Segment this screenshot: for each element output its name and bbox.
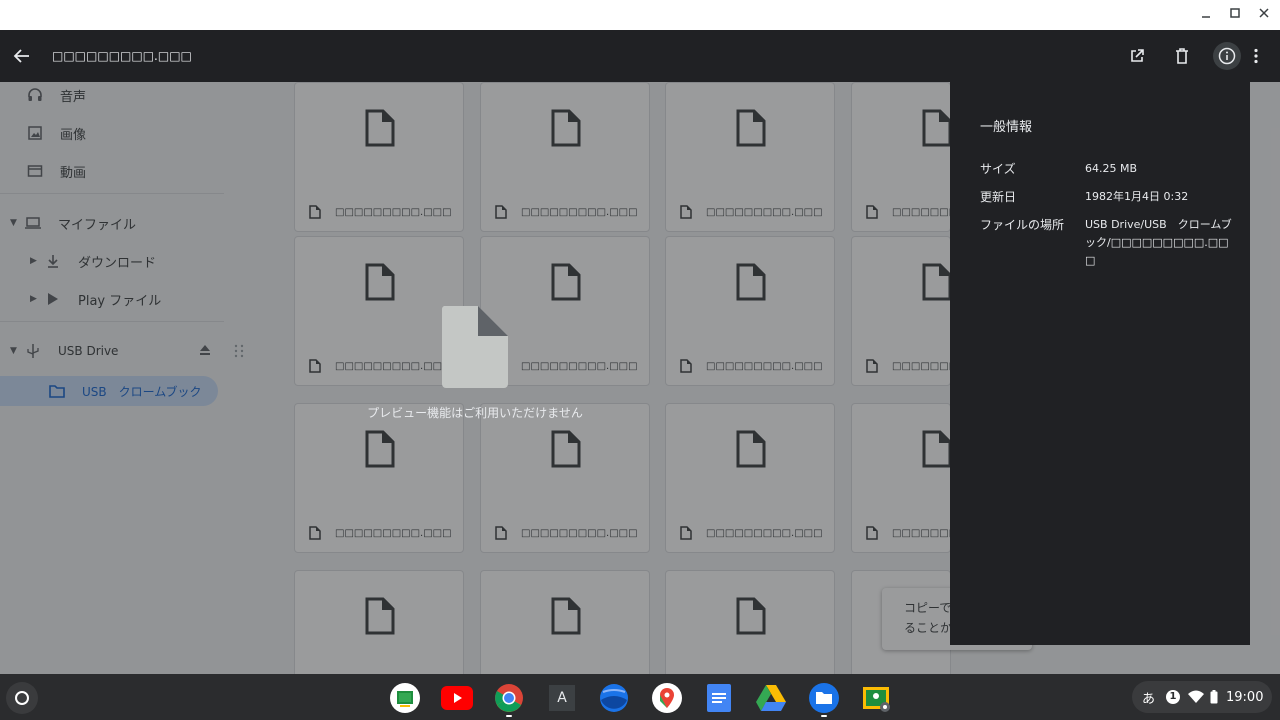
shelf: A あ 1 19:00 <box>0 674 1280 720</box>
drive-icon[interactable] <box>755 682 787 714</box>
files-icon[interactable] <box>808 682 840 714</box>
classroom-dev-icon[interactable] <box>860 682 892 714</box>
status-tray[interactable]: あ 1 19:00 <box>1132 681 1272 713</box>
info-icon[interactable] <box>1213 42 1241 70</box>
maximize-icon[interactable] <box>1227 7 1243 23</box>
launcher-icon <box>15 691 29 705</box>
close-icon[interactable] <box>1256 7 1272 23</box>
info-heading: 一般情報 <box>980 120 1033 135</box>
ime-indicator: あ <box>1142 691 1156 707</box>
info-label: サイズ <box>980 162 1016 176</box>
battery-icon <box>1210 690 1218 704</box>
running-indicator <box>506 715 512 717</box>
title-bar <box>0 0 1280 30</box>
more-menu-icon[interactable] <box>1244 42 1268 70</box>
text-app-letter: A <box>549 685 575 711</box>
delete-icon[interactable] <box>1168 42 1196 70</box>
info-label: 更新日 <box>980 190 1017 204</box>
info-value: 64.25 MB <box>1085 162 1138 175</box>
viewer-toolbar: □□□□□□□□□.□□□ <box>0 30 1280 82</box>
running-indicator <box>821 715 827 717</box>
notification-count-badge: 1 <box>1166 690 1180 704</box>
info-value: USB Drive/USB クロームブック/□□□□□□□□□.□□□ <box>1085 218 1232 267</box>
info-row-location: ファイルの場所 USB Drive/USB クロームブック/□□□□□□□□□.… <box>980 216 1235 270</box>
open-external-icon[interactable] <box>1123 42 1151 70</box>
docs-icon[interactable] <box>703 682 735 714</box>
wifi-icon <box>1188 690 1204 704</box>
back-arrow-icon[interactable] <box>8 42 36 70</box>
info-row-modified: 更新日 1982年1月4日 0:32 <box>980 188 1235 206</box>
clock: 19:00 <box>1226 689 1264 705</box>
info-row-size: サイズ 64.25 MB <box>980 160 1235 178</box>
viewer-file-title: □□□□□□□□□.□□□ <box>52 49 192 63</box>
info-panel: 一般情報 サイズ 64.25 MB 更新日 1982年1月4日 0:32 ファイ… <box>950 82 1250 645</box>
chrome-icon[interactable] <box>493 682 525 714</box>
info-label: ファイルの場所 <box>980 218 1065 232</box>
preview-file-icon <box>420 306 530 390</box>
info-value: 1982年1月4日 0:32 <box>1085 190 1189 203</box>
youtube-icon[interactable] <box>441 682 473 714</box>
classroom-icon[interactable] <box>389 682 421 714</box>
text-icon[interactable]: A <box>546 682 578 714</box>
maps-icon[interactable] <box>651 682 683 714</box>
earth-icon[interactable] <box>598 682 630 714</box>
launcher-button[interactable] <box>6 682 38 714</box>
minimize-icon[interactable] <box>1198 7 1214 23</box>
no-preview-message: プレビュー機能はご利用いただけません <box>367 406 583 420</box>
